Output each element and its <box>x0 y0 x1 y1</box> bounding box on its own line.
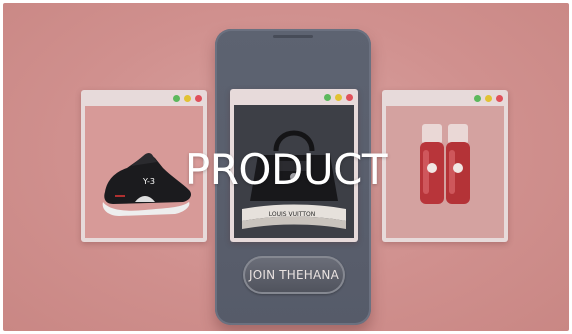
red-dot-icon <box>346 93 353 101</box>
window-titlebar <box>230 89 358 105</box>
sneaker-image: Y-3 <box>85 106 203 238</box>
join-button[interactable]: JOIN THEHANA <box>243 256 345 294</box>
yellow-dot-icon <box>485 94 492 102</box>
browser-window-lip-tint <box>382 90 508 242</box>
lip-tint-bottles-image <box>386 106 504 238</box>
handbag-image: LOUIS VUITTON <box>234 105 354 238</box>
green-dot-icon <box>173 94 180 102</box>
phone-speaker <box>273 35 313 38</box>
red-dot-icon <box>496 94 503 102</box>
browser-window-sneaker: Y-3 <box>81 90 207 242</box>
yellow-dot-icon <box>184 94 191 102</box>
yellow-dot-icon <box>335 93 342 101</box>
window-titlebar <box>81 90 207 106</box>
browser-window-handbag: LOUIS VUITTON <box>230 89 358 242</box>
window-titlebar <box>382 90 508 106</box>
green-dot-icon <box>324 93 331 101</box>
red-dot-icon <box>195 94 202 102</box>
promo-banner: Y-3 LOUIS VUITTON PRODUCT JOIN THEHANA <box>3 3 569 331</box>
green-dot-icon <box>474 94 481 102</box>
sneaker-logo: Y-3 <box>142 177 155 186</box>
